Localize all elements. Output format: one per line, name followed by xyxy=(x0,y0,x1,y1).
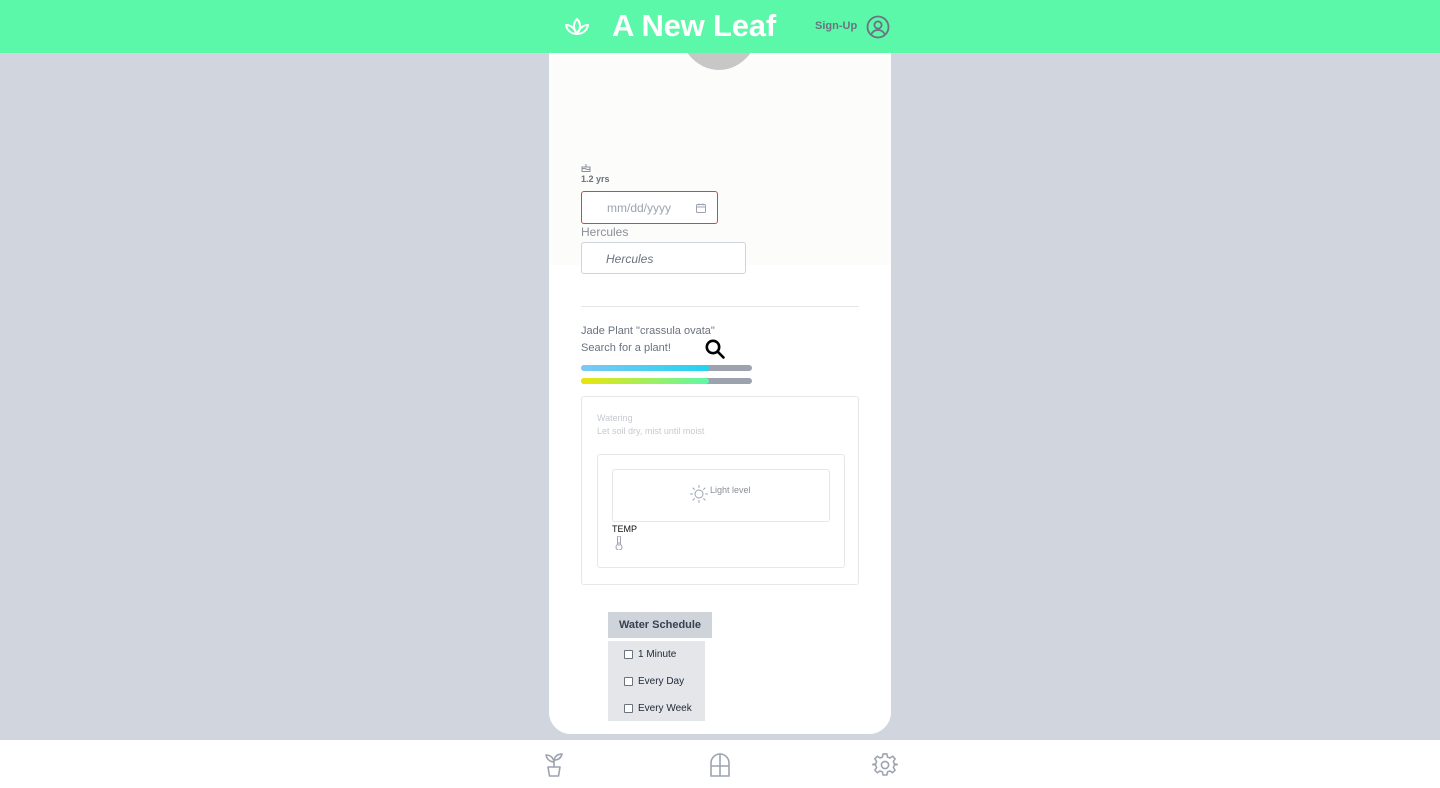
header-bar: A New Leaf Sign-Up xyxy=(0,0,1440,53)
plant-card: 1.2 yrs mm/dd/yyyy Hercules Hercules Jad… xyxy=(549,0,891,734)
schedule-checkbox[interactable] xyxy=(624,676,633,686)
plant-species: Jade Plant "crassula ovata" xyxy=(581,325,715,337)
plant-age: 1.2 yrs xyxy=(581,174,610,184)
light-level-label: Light level xyxy=(710,485,751,495)
water-schedule-options: 1 Minute Every Day Every Week xyxy=(608,641,705,721)
plant-name-label: Hercules xyxy=(581,225,629,239)
schedule-option-label: 1 Minute xyxy=(638,648,677,660)
temp-label: TEMP xyxy=(612,524,638,534)
divider xyxy=(581,306,859,307)
water-level-bar xyxy=(581,365,752,371)
light-level-box: Light level xyxy=(612,469,830,522)
water-level-fill xyxy=(581,365,710,371)
birthday-date-input[interactable]: mm/dd/yyyy xyxy=(581,191,718,224)
schedule-checkbox[interactable] xyxy=(624,649,633,659)
app-title: A New Leaf xyxy=(612,8,776,43)
schedule-option-every-week[interactable]: Every Week xyxy=(624,701,692,715)
signup-link[interactable]: Sign-Up xyxy=(815,20,857,32)
bottom-nav xyxy=(0,740,1440,788)
settings-icon[interactable] xyxy=(872,752,898,778)
watering-description: Let soil dry, mist until moist xyxy=(597,426,705,436)
name-placeholder: Hercules xyxy=(606,252,654,266)
calendar-icon[interactable] xyxy=(696,203,706,213)
schedule-option-label: Every Week xyxy=(638,702,692,714)
thermometer-icon xyxy=(615,536,623,550)
schedule-checkbox[interactable] xyxy=(624,703,633,713)
date-placeholder: mm/dd/yyyy xyxy=(607,201,672,215)
watering-title: Watering xyxy=(597,413,633,423)
sun-icon xyxy=(690,485,708,503)
lotus-leaf-icon[interactable] xyxy=(563,13,591,41)
window-icon[interactable] xyxy=(707,752,733,778)
plant-name-input[interactable]: Hercules xyxy=(581,242,746,274)
search-icon[interactable] xyxy=(704,338,726,360)
schedule-option-every-day[interactable]: Every Day xyxy=(624,674,684,688)
light-level-bar xyxy=(581,378,752,384)
light-level-fill xyxy=(581,378,710,384)
water-schedule-button[interactable]: Water Schedule xyxy=(608,612,712,638)
care-info-box: Watering Let soil dry, mist until moist … xyxy=(581,396,859,585)
search-plant-link[interactable]: Search for a plant! xyxy=(581,342,671,354)
conditions-box: Light level TEMP xyxy=(597,454,845,568)
plant-icon[interactable] xyxy=(541,752,567,778)
cake-icon xyxy=(581,164,591,172)
schedule-option-label: Every Day xyxy=(638,675,685,687)
user-circle-icon[interactable] xyxy=(866,15,890,39)
schedule-option-1-minute[interactable]: 1 Minute xyxy=(624,647,676,661)
